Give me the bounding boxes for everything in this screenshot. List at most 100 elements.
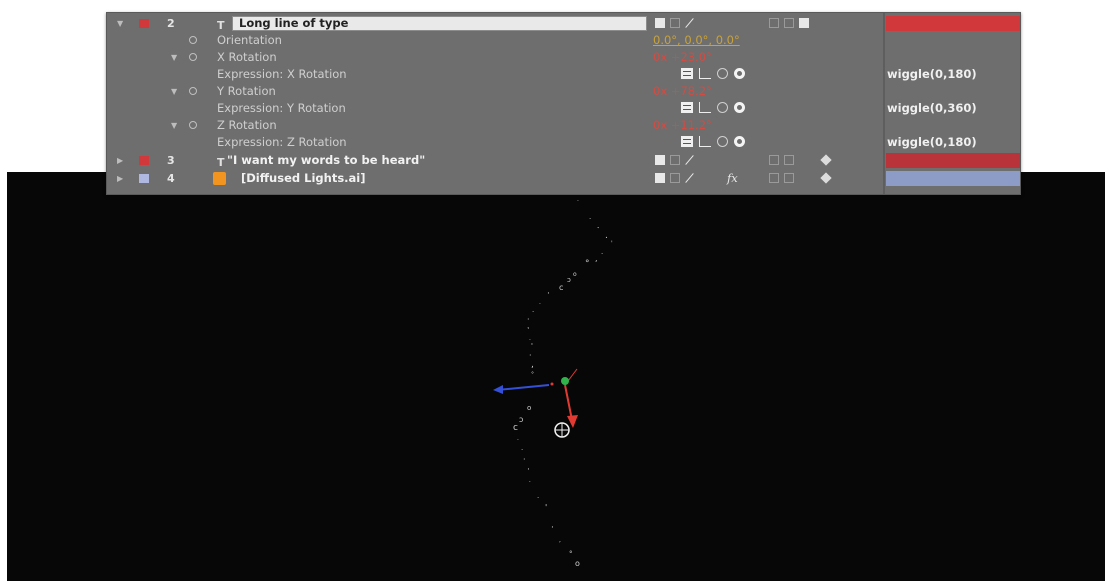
composition-viewer[interactable]: · ‧ ˑ. ' ·, ° o ɔ c · · · ‧ ˑ. ' ·, ° o ɔ c · · · ‧ ˑ. ' ·, ° o <box>7 172 1105 581</box>
text-glyph-mark: , <box>531 360 534 370</box>
layer-switches[interactable] <box>655 18 695 28</box>
layer-switches-right[interactable] <box>769 155 794 165</box>
stopwatch-icon[interactable] <box>189 53 197 61</box>
motion-blur-switch[interactable] <box>769 173 779 183</box>
enable-expression-icon[interactable] <box>681 68 693 79</box>
expression-text[interactable]: wiggle(0,180) <box>887 66 977 83</box>
property-value[interactable]: 0x +23.0° <box>653 49 712 66</box>
graph-icon[interactable] <box>699 102 711 113</box>
property-label: Orientation <box>217 33 282 47</box>
shy-switch[interactable] <box>655 18 665 28</box>
3d-layer-switch[interactable] <box>799 18 809 28</box>
expression-controls[interactable] <box>681 136 745 147</box>
stopwatch-icon[interactable] <box>189 121 197 129</box>
collapse-switch[interactable] <box>670 173 680 183</box>
layer-duration-bar[interactable] <box>886 171 1020 186</box>
expression-y-rotation[interactable]: Expression: Y Rotation wiggle(0,360) <box>107 100 1020 117</box>
shy-switch[interactable] <box>655 155 665 165</box>
motion-blur-switch[interactable] <box>769 155 779 165</box>
layer-switches[interactable] <box>655 155 695 165</box>
twirl-down-icon[interactable]: ▼ <box>171 117 177 134</box>
property-value[interactable]: 0.0°, 0.0°, 0.0° <box>653 32 740 49</box>
pick-whip-icon[interactable] <box>717 68 728 79</box>
twirl-right-icon[interactable]: ▶ <box>117 152 123 169</box>
layer-name[interactable]: "I want my words to be heard" <box>227 152 425 169</box>
text-glyph-mark: ' <box>545 503 547 512</box>
stopwatch-icon[interactable] <box>189 36 197 44</box>
property-orientation[interactable]: Orientation 0.0°, 0.0°, 0.0° <box>107 32 1020 49</box>
layer-switches-right[interactable] <box>769 18 809 28</box>
quality-switch[interactable] <box>685 155 695 165</box>
transform-gizmo[interactable] <box>493 368 578 438</box>
layer-row-3[interactable]: ▶ 3 T "I want my words to be heard" <box>107 152 1020 169</box>
adjustment-switch[interactable] <box>784 173 794 183</box>
twirl-right-icon[interactable]: ▶ <box>117 170 123 187</box>
pick-whip-icon[interactable] <box>717 136 728 147</box>
text-layer-icon: T <box>217 156 225 169</box>
text-glyph-mark: ' <box>611 240 613 247</box>
property-label: X Rotation <box>217 50 277 64</box>
property-z-rotation[interactable]: ▼ Z Rotation 0x +11.2° <box>107 117 1020 134</box>
enable-expression-icon[interactable] <box>681 136 693 147</box>
text-glyph-mark: , <box>595 254 598 263</box>
layer-duration-bar[interactable] <box>886 16 1020 31</box>
property-y-rotation[interactable]: ▼ Y Rotation 0x +78.2° <box>107 83 1020 100</box>
property-value[interactable]: 0x +11.2° <box>653 117 712 134</box>
stopwatch-icon[interactable] <box>189 87 197 95</box>
language-menu-icon[interactable] <box>734 102 745 113</box>
graph-icon[interactable] <box>699 68 711 79</box>
text-glyph-mark: c <box>513 423 518 433</box>
quality-switch[interactable] <box>685 173 695 183</box>
quality-switch[interactable] <box>685 18 695 28</box>
language-menu-icon[interactable] <box>734 136 745 147</box>
expression-z-rotation[interactable]: Expression: Z Rotation wiggle(0,180) <box>107 134 1020 151</box>
timeline-panel: ▼ 2 T Long line of type Orientation 0.0°… <box>106 12 1021 195</box>
layer-color-swatch[interactable] <box>139 156 149 165</box>
shy-switch[interactable] <box>655 173 665 183</box>
text-glyph-mark: ‧ <box>527 465 530 475</box>
layer-name[interactable]: [Diffused Lights.ai] <box>241 170 365 187</box>
layer-row-4[interactable]: ▶ 4 [Diffused Lights.ai] fx <box>107 170 1020 187</box>
language-menu-icon[interactable] <box>734 68 745 79</box>
text-glyph-mark: · <box>547 289 550 299</box>
twirl-down-icon[interactable]: ▼ <box>117 15 123 32</box>
layer-color-swatch[interactable] <box>139 19 149 28</box>
collapse-switch[interactable] <box>670 155 680 165</box>
gizmo-y-handle <box>561 377 569 385</box>
graph-icon[interactable] <box>699 136 711 147</box>
text-glyph-mark: c <box>559 283 563 292</box>
expression-controls[interactable] <box>681 68 745 79</box>
expression-label: Expression: Z Rotation <box>217 135 347 149</box>
adjustment-switch[interactable] <box>784 155 794 165</box>
pick-whip-icon[interactable] <box>717 102 728 113</box>
3d-cube-icon[interactable] <box>820 154 832 166</box>
layer-switches[interactable] <box>655 173 695 183</box>
text-glyph-mark: ɔ <box>519 415 523 424</box>
text-glyph-mark: ' <box>531 342 533 350</box>
text-glyph-mark: · <box>523 455 526 464</box>
text-glyph-mark: ‧ <box>527 315 530 324</box>
text-glyph-mark: o <box>527 404 531 412</box>
motion-blur-switch[interactable] <box>769 18 779 28</box>
expression-text[interactable]: wiggle(0,180) <box>887 134 977 151</box>
effects-switch[interactable]: fx <box>727 170 738 187</box>
layer-row-2[interactable]: ▼ 2 T Long line of type <box>107 15 1020 32</box>
illustrator-file-icon <box>213 172 226 185</box>
expression-text[interactable]: wiggle(0,360) <box>887 100 977 117</box>
3d-cube-icon[interactable] <box>820 172 832 184</box>
layer-switches-right[interactable] <box>769 173 794 183</box>
layer-color-swatch[interactable] <box>139 174 149 183</box>
viewer-canvas[interactable]: ·‧ˑ.'·,°oɔc···‧ˑ.'·,°oɔc···‧ˑ.'·,°o <box>7 172 1105 581</box>
expression-x-rotation[interactable]: Expression: X Rotation wiggle(0,180) <box>107 66 1020 83</box>
property-x-rotation[interactable]: ▼ X Rotation 0x +23.0° <box>107 49 1020 66</box>
text-glyph-mark: · <box>539 301 541 308</box>
layer-duration-bar[interactable] <box>886 153 1020 168</box>
collapse-switch[interactable] <box>670 18 680 28</box>
twirl-down-icon[interactable]: ▼ <box>171 49 177 66</box>
twirl-down-icon[interactable]: ▼ <box>171 83 177 100</box>
expression-controls[interactable] <box>681 102 745 113</box>
layer-name[interactable]: Long line of type <box>239 15 348 32</box>
property-value[interactable]: 0x +78.2° <box>653 83 712 100</box>
enable-expression-icon[interactable] <box>681 102 693 113</box>
adjustment-switch[interactable] <box>784 18 794 28</box>
